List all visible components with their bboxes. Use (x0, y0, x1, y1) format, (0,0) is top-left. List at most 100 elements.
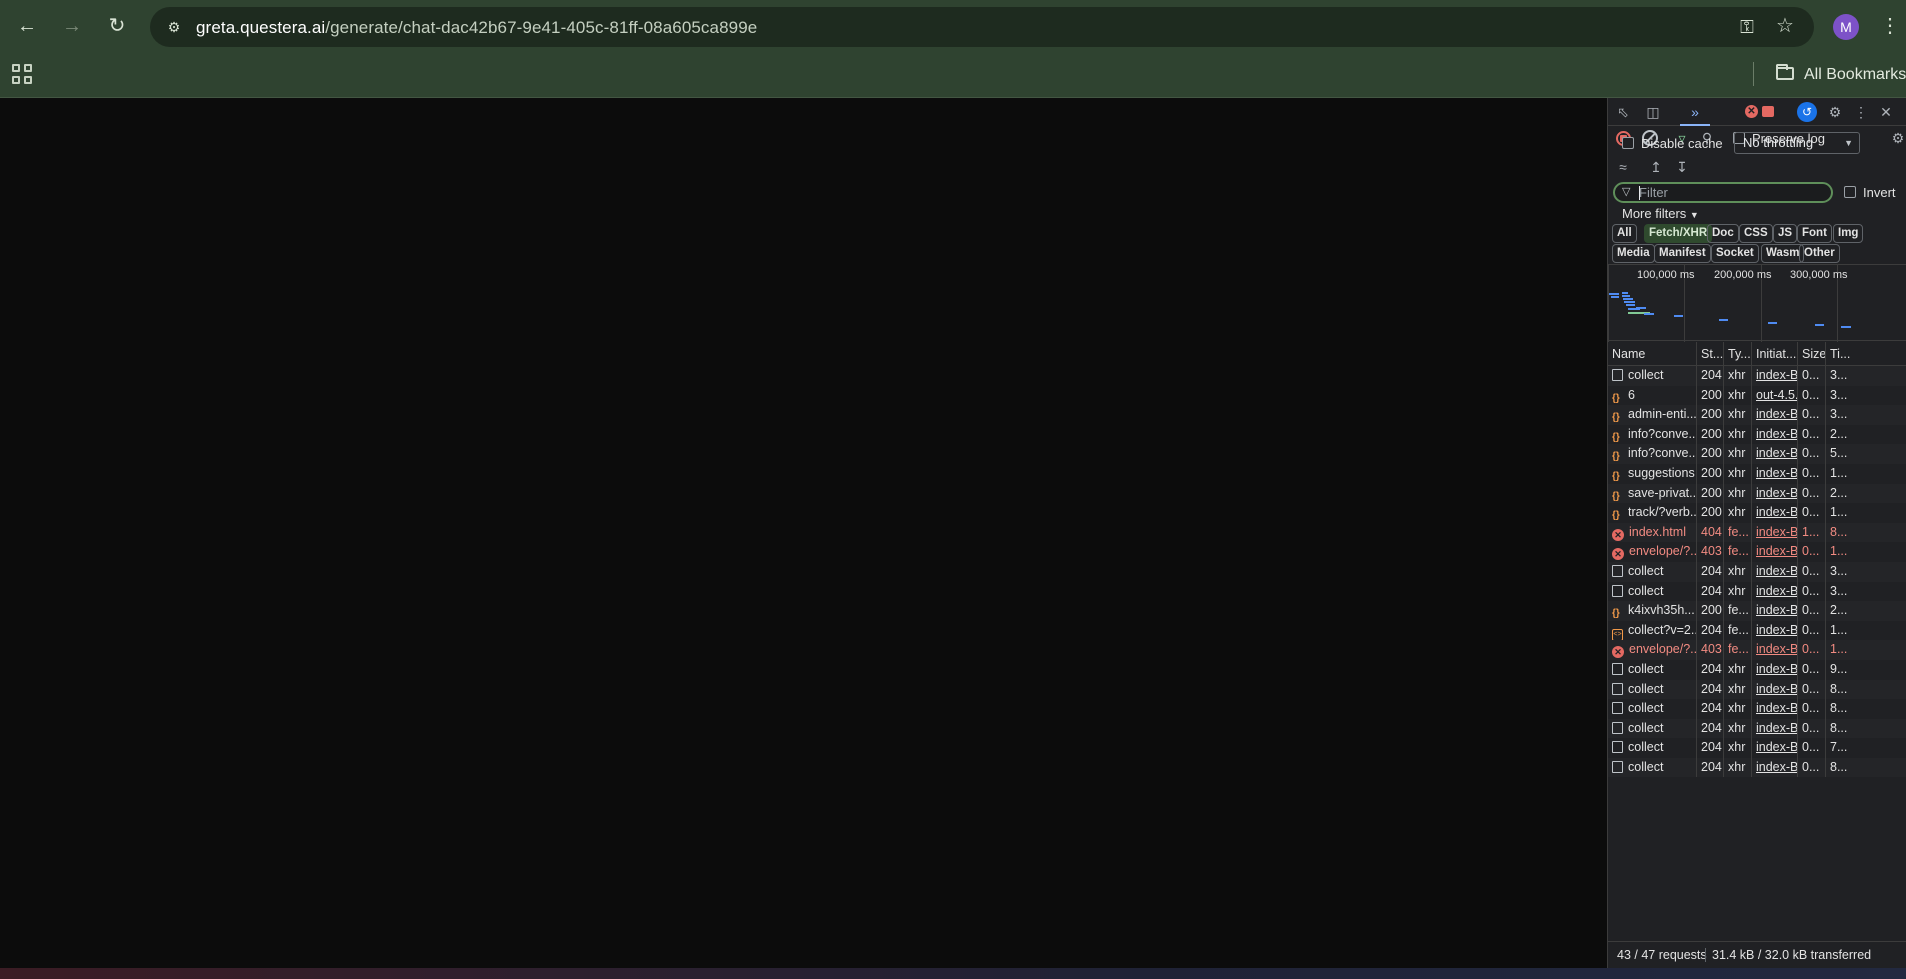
inspect-element-icon[interactable]: ⬁ (1613, 102, 1633, 122)
filter-chip-wasm[interactable]: Wasm (1761, 244, 1805, 263)
filter-chip-js[interactable]: JS (1773, 224, 1798, 243)
table-row[interactable]: {} 6 200 xhr out-4.5.4 0... 3... (1608, 385, 1906, 406)
profile-avatar[interactable]: M (1833, 14, 1859, 40)
disable-cache-box[interactable] (1622, 137, 1634, 149)
forward-arrow-icon[interactable]: → (58, 12, 86, 40)
table-row[interactable]: ✕ envelope/?... 403 fe... index-Bc 0... 1... (1608, 542, 1906, 562)
filter-chip-all[interactable]: All (1612, 224, 1637, 243)
table-row[interactable]: {} info?conve... 200 xhr index-Bc 0... 2... (1608, 424, 1906, 445)
invert-box[interactable] (1844, 186, 1856, 198)
request-initiator[interactable]: index-Bc (1752, 699, 1798, 719)
throttling-select[interactable]: No throttling ▼ (1734, 132, 1860, 154)
table-row[interactable]: {} save-privat... 200 xhr index-Bc 0... 2... (1608, 483, 1906, 504)
request-initiator[interactable]: index-Bc (1752, 738, 1798, 758)
all-bookmarks-button[interactable]: All Bookmarks (1776, 63, 1906, 87)
filter-field[interactable]: ▽ (1613, 182, 1833, 203)
back-arrow-icon[interactable]: ← (13, 12, 41, 40)
column-size[interactable]: Size (1798, 342, 1826, 366)
request-initiator[interactable]: index-Bc (1752, 620, 1798, 641)
table-row[interactable]: collect 204 xhr index-Bc 0... 3... (1608, 366, 1906, 386)
request-initiator[interactable]: index-Bc (1752, 366, 1798, 386)
request-initiator[interactable]: index-Bc (1752, 601, 1798, 621)
column-name[interactable]: Name (1608, 342, 1697, 366)
table-row[interactable]: collect 204 xhr index-Bc 0... 9... (1608, 659, 1906, 680)
column-status[interactable]: St... (1697, 342, 1724, 366)
devtools-menu-icon[interactable]: ⋮ (1851, 102, 1871, 122)
request-initiator[interactable]: index-Bc (1752, 424, 1798, 445)
filter-chip-socket[interactable]: Socket (1711, 244, 1759, 263)
request-status: 204 (1697, 757, 1724, 778)
table-row[interactable]: collect 204 xhr index-Bc 0... 8... (1608, 757, 1906, 778)
request-initiator[interactable]: out-4.5.4 (1752, 385, 1798, 406)
request-initiator[interactable]: index-Bc (1752, 463, 1798, 484)
request-initiator[interactable]: index-Bc (1752, 757, 1798, 778)
more-filters-button[interactable]: More filters ▼ (1622, 206, 1699, 221)
request-initiator[interactable]: index-Bc (1752, 679, 1798, 700)
table-row[interactable]: collect 204 xhr index-Bc 0... 3... (1608, 561, 1906, 582)
table-row[interactable]: collect 204 xhr index-Bc 0... 7... (1608, 738, 1906, 758)
network-settings-icon[interactable]: ⚙ (1888, 128, 1906, 148)
request-initiator[interactable]: index-Bc (1752, 483, 1798, 504)
sync-icon[interactable]: ↺ (1797, 102, 1817, 122)
table-row[interactable]: ✕ envelope/?... 403 fe... index-Bc 0... 1... (1608, 640, 1906, 660)
request-initiator[interactable]: index-Bc (1752, 581, 1798, 602)
table-row[interactable]: collect 204 xhr index-Bc 0... 8... (1608, 718, 1906, 739)
settings-gear-icon[interactable]: ⚙ (1825, 102, 1845, 122)
request-initiator[interactable]: index-Bc (1752, 640, 1798, 660)
bookmark-star-icon[interactable]: ☆ (1774, 15, 1796, 37)
table-row[interactable]: {} k4ixvh35h... 200 fe... index-Bc 0... 2... (1608, 601, 1906, 621)
table-row[interactable]: {} suggestions 200 xhr index-Bc 0... 1... (1608, 463, 1906, 484)
request-initiator[interactable]: index-Bc (1752, 444, 1798, 464)
table-row[interactable]: {} admin-enti... 200 xhr index-Bc 0... 3... (1608, 405, 1906, 425)
table-row[interactable]: ✕ index.html 404 fe... index-Bc 1... 8... (1608, 522, 1906, 543)
request-initiator-text: index-Bc (1756, 485, 1798, 500)
reload-icon[interactable]: ↻ (103, 12, 131, 40)
close-devtools-icon[interactable]: ✕ (1876, 102, 1896, 122)
request-initiator[interactable]: index-Bc (1752, 561, 1798, 582)
password-key-icon[interactable]: ⚿ (1736, 16, 1758, 38)
request-initiator[interactable]: index-Bc (1752, 718, 1798, 739)
network-conditions-icon[interactable]: ≈ (1613, 157, 1633, 177)
filter-chip-doc[interactable]: Doc (1707, 224, 1739, 243)
network-overview[interactable]: 100,000 ms 200,000 ms 300,000 ms (1608, 264, 1906, 342)
overview-bar (1841, 326, 1851, 328)
request-initiator[interactable]: index-Bc (1752, 522, 1798, 543)
error-count-icon[interactable]: ✕ (1745, 105, 1758, 118)
more-tabs-icon[interactable]: » (1685, 102, 1705, 122)
filter-chip-other[interactable]: Other (1799, 244, 1840, 263)
browser-menu-icon[interactable]: ⋮ (1880, 12, 1900, 40)
filter-chip-font[interactable]: Font (1797, 224, 1832, 243)
table-row[interactable]: collect 204 xhr index-Bc 0... 8... (1608, 679, 1906, 700)
table-row[interactable]: collect 204 xhr index-Bc 0... 3... (1608, 581, 1906, 602)
table-row[interactable]: {} info?conve... 200 xhr index-Bc 0... 5... (1608, 444, 1906, 464)
site-settings-icon[interactable]: ⚙ (164, 17, 184, 37)
column-type[interactable]: Ty... (1724, 342, 1752, 366)
column-time[interactable]: Ti... (1826, 342, 1906, 366)
request-initiator[interactable]: index-Bc (1752, 405, 1798, 425)
filter-input[interactable] (1639, 185, 1824, 200)
device-toolbar-icon[interactable]: ◫ (1643, 102, 1663, 122)
filter-chip-css[interactable]: CSS (1739, 224, 1773, 243)
request-type-text: xhr (1728, 740, 1746, 755)
disable-cache-checkbox[interactable]: Disable cache (1622, 136, 1723, 151)
issue-badge-icon[interactable] (1762, 106, 1774, 117)
address-bar[interactable]: ⚙ greta.questera.ai/generate/chat-dac42b… (150, 7, 1814, 47)
invert-checkbox[interactable]: Invert (1844, 185, 1896, 200)
filter-chip-img[interactable]: Img (1833, 224, 1864, 243)
column-initiator[interactable]: Initiat... (1752, 342, 1798, 366)
table-row[interactable]: {} track/?verb... 200 xhr index-Bc 0... 1... (1608, 503, 1906, 523)
filter-chip-media[interactable]: Media (1612, 244, 1655, 263)
table-row[interactable]: <> collect?v=2... 204 fe... index-Bc 0... 1... (1608, 620, 1906, 641)
request-initiator[interactable]: index-Bc (1752, 542, 1798, 562)
import-har-icon[interactable]: ↥ (1646, 157, 1666, 177)
fetch-icon: {} (1612, 608, 1620, 620)
table-row[interactable]: collect 204 xhr index-Bc 0... 8... (1608, 699, 1906, 719)
request-initiator[interactable]: index-Bc (1752, 503, 1798, 523)
request-initiator[interactable]: index-Bc (1752, 659, 1798, 680)
apps-grid-icon[interactable] (12, 64, 34, 86)
export-har-icon[interactable]: ↧ (1672, 157, 1692, 177)
filter-chip-manifest[interactable]: Manifest (1654, 244, 1711, 263)
url-text[interactable]: greta.questera.ai/generate/chat-dac42b67… (196, 18, 757, 38)
request-time-text: 8... (1830, 759, 1848, 774)
filter-chip-fetch-xhr[interactable]: Fetch/XHR (1644, 224, 1713, 243)
